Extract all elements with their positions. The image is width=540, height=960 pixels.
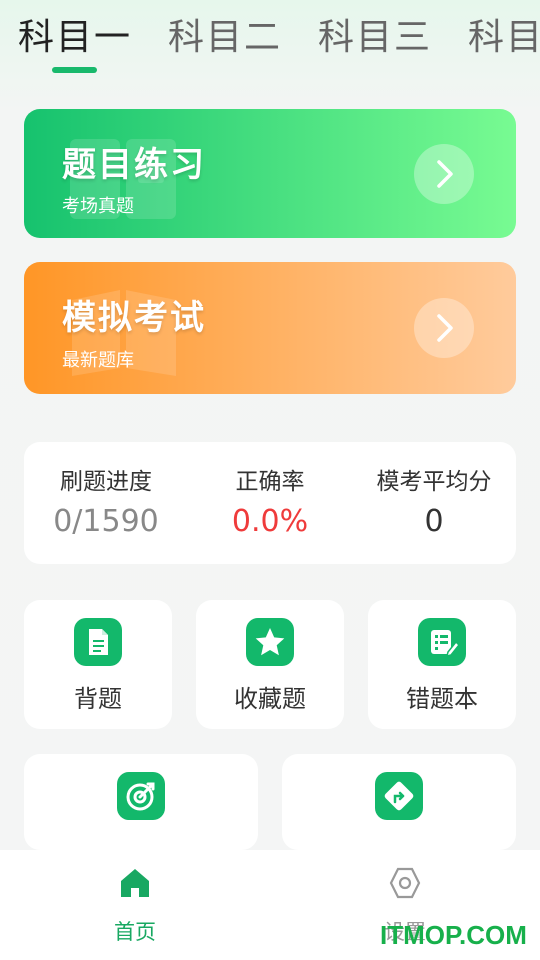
site-watermark: ITMOP.COM — [380, 920, 527, 950]
memorize-label: 背题 — [74, 685, 122, 713]
subject-tabs: 科目一 科目二 科目三 科目四 — [0, 0, 540, 80]
favorites-label: 收藏题 — [234, 685, 306, 713]
turn-sign-icon — [384, 781, 414, 811]
mistakes-label: 错题本 — [406, 685, 478, 713]
mock-exam-card[interactable]: 模拟考试 最新题库 — [24, 262, 516, 394]
active-tab-indicator — [52, 67, 97, 73]
practice-card[interactable]: 题目练习 考场真题 — [24, 109, 516, 238]
stat-accuracy-label: 正确率 — [235, 469, 305, 495]
practice-arrow-button[interactable] — [414, 144, 474, 204]
target-tile[interactable] — [24, 754, 258, 850]
document-icon — [89, 629, 108, 655]
stat-progress-value: 0/1590 — [53, 504, 159, 539]
stat-average-label: 模考平均分 — [376, 469, 492, 495]
target-icon — [126, 782, 155, 811]
favorites-tile[interactable]: 收藏题 — [196, 600, 344, 729]
memorize-tile[interactable]: 背题 — [24, 600, 172, 729]
stat-accuracy-value: 0.0% — [231, 504, 309, 539]
road-sign-tile[interactable] — [282, 754, 516, 850]
chevron-right-icon — [437, 160, 453, 188]
stat-average-value: 0 — [424, 504, 444, 539]
home-icon — [121, 869, 149, 897]
tab-subject-3[interactable]: 科目三 — [318, 14, 432, 62]
settings-icon — [389, 867, 421, 899]
chevron-right-icon — [437, 314, 453, 342]
tab-subject-1[interactable]: 科目一 — [18, 14, 132, 62]
star-icon — [255, 628, 285, 656]
practice-subtitle: 考场真题 — [62, 196, 134, 217]
tab-subject-2[interactable]: 科目二 — [168, 14, 282, 62]
tab-subject-4[interactable]: 科目四 — [468, 14, 540, 62]
stats-panel: 刷题进度 0/1590 正确率 0.0% 模考平均分 0 — [24, 442, 516, 564]
mistakes-tile[interactable]: 错题本 — [368, 600, 516, 729]
nav-home-label: 首页 — [114, 920, 156, 944]
nav-home[interactable]: 首页 — [0, 850, 270, 960]
mock-exam-title: 模拟考试 — [62, 298, 206, 338]
edit-list-icon — [431, 630, 461, 658]
mock-exam-subtitle: 最新题库 — [62, 350, 134, 371]
mock-exam-arrow-button[interactable] — [414, 298, 474, 358]
stat-progress-label: 刷题进度 — [60, 469, 152, 495]
practice-title: 题目练习 — [62, 145, 206, 185]
